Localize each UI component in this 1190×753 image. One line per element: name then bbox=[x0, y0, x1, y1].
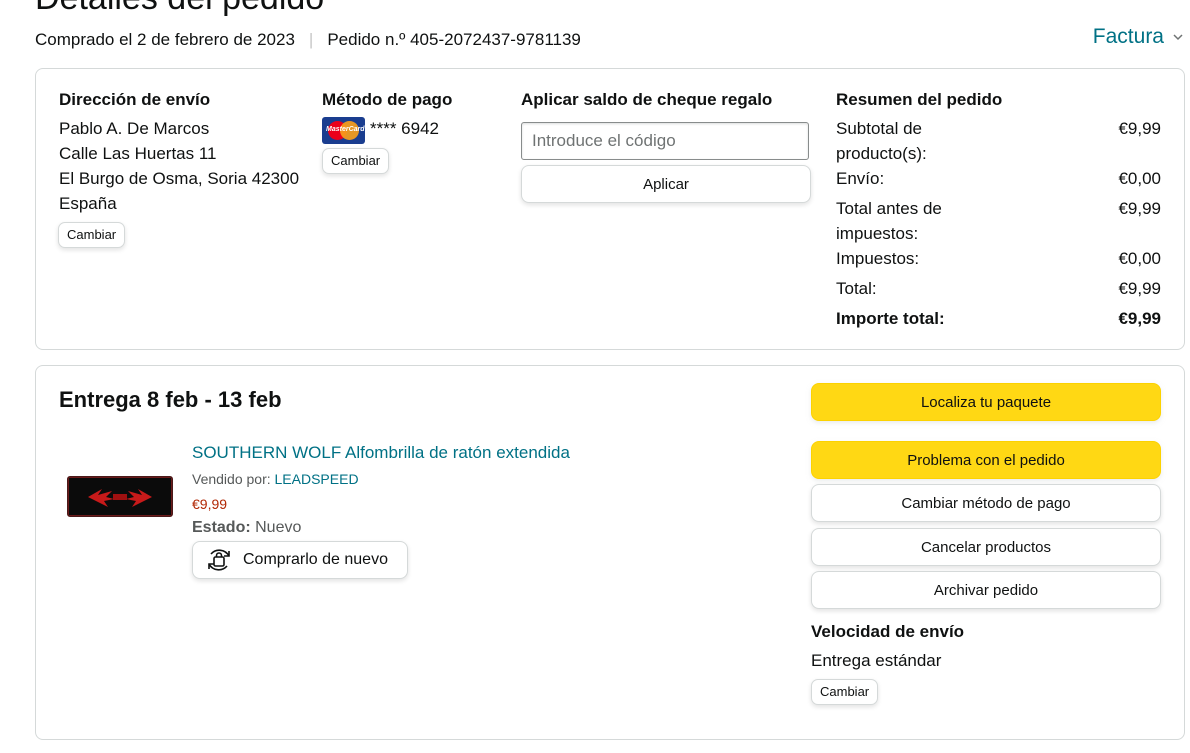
sold-by-label: Vendido por: bbox=[192, 471, 271, 487]
summary-value-grand-total: €9,99 bbox=[1118, 309, 1161, 328]
delivery-speed-value: Entrega estándar bbox=[811, 651, 942, 670]
summary-label-total: Total: bbox=[836, 279, 877, 298]
payment-heading: Método de pago bbox=[322, 90, 453, 109]
invoice-label: Factura bbox=[1092, 25, 1164, 48]
condition-label: Estado: bbox=[192, 519, 251, 536]
chevron-down-icon bbox=[1173, 34, 1183, 41]
condition-value: Nuevo bbox=[255, 519, 302, 536]
shipping-heading: Dirección de envío bbox=[59, 90, 211, 109]
product-condition: Estado: Nuevo bbox=[192, 516, 301, 540]
mastercard-icon: MasterCard bbox=[322, 117, 365, 144]
shipping-street: Calle Las Huertas 11 bbox=[59, 144, 217, 163]
page-title: Detalles del pedido bbox=[35, 0, 324, 18]
order-meta: Comprado el 2 de febrero de 2023 | Pedid… bbox=[35, 29, 581, 51]
track-package-button[interactable]: Localiza tu paquete bbox=[811, 383, 1161, 421]
change-address-button[interactable]: Cambiar bbox=[58, 222, 126, 248]
gift-card-heading: Aplicar saldo de cheque regalo bbox=[521, 90, 773, 109]
cancel-items-button[interactable]: Cancelar productos bbox=[811, 528, 1161, 566]
shipping-name: Pablo A. De Marcos bbox=[59, 119, 210, 138]
card-number: **** 6942 bbox=[370, 119, 440, 138]
buy-again-button[interactable]: Comprarlo de nuevo bbox=[192, 541, 408, 579]
buy-again-icon bbox=[208, 549, 230, 571]
product-title-link[interactable]: SOUTHERN WOLF Alfombrilla de ratón exten… bbox=[192, 441, 570, 465]
summary-value-pretax: €9,99 bbox=[1118, 199, 1161, 218]
summary-label-shipping: Envío: bbox=[836, 169, 885, 188]
shipping-country: España bbox=[59, 194, 117, 213]
sold-by: Vendido por: LEADSPEED bbox=[192, 469, 359, 489]
archive-order-button[interactable]: Archivar pedido bbox=[811, 571, 1161, 609]
change-payment-method-button[interactable]: Cambiar método de pago bbox=[811, 484, 1161, 522]
change-delivery-speed-button[interactable]: Cambiar bbox=[811, 679, 879, 705]
summary-value-total: €9,99 bbox=[1118, 279, 1161, 298]
summary-value-tax: €0,00 bbox=[1118, 249, 1161, 268]
summary-label-tax: Impuestos: bbox=[836, 249, 920, 268]
invoice-dropdown[interactable]: Factura bbox=[1093, 24, 1184, 50]
summary-label-subtotal: Subtotal de producto(s): bbox=[836, 119, 927, 163]
shipping-city: El Burgo de Osma, Soria 42300 bbox=[59, 169, 300, 188]
purchase-date: Comprado el 2 de febrero de 2023 bbox=[35, 30, 295, 49]
meta-separator: | bbox=[308, 30, 314, 49]
summary-label-pretax: Total antes de impuestos: bbox=[836, 199, 942, 243]
summary-value-shipping: €0,00 bbox=[1118, 169, 1161, 188]
seller-link[interactable]: LEADSPEED bbox=[275, 471, 359, 487]
summary-heading: Resumen del pedido bbox=[836, 90, 1003, 109]
gift-card-code-input[interactable] bbox=[521, 122, 809, 160]
apply-gift-card-button[interactable]: Aplicar bbox=[521, 165, 811, 203]
mastercard-text: MasterCard bbox=[326, 126, 365, 133]
product-price: €9,99 bbox=[192, 496, 228, 512]
buy-again-label: Comprarlo de nuevo bbox=[243, 551, 388, 568]
order-problem-button[interactable]: Problema con el pedido bbox=[811, 441, 1161, 479]
product-image[interactable] bbox=[67, 476, 173, 517]
change-payment-button[interactable]: Cambiar bbox=[322, 148, 390, 174]
product-image-graphic bbox=[68, 477, 172, 516]
delivery-heading: Entrega 8 feb - 13 feb bbox=[59, 387, 282, 412]
summary-label-grand-total: Importe total: bbox=[836, 309, 945, 328]
delivery-speed-heading: Velocidad de envío bbox=[811, 622, 965, 641]
summary-value-subtotal: €9,99 bbox=[1118, 119, 1161, 138]
order-number: Pedido n.º 405-2072437-9781139 bbox=[327, 30, 581, 49]
